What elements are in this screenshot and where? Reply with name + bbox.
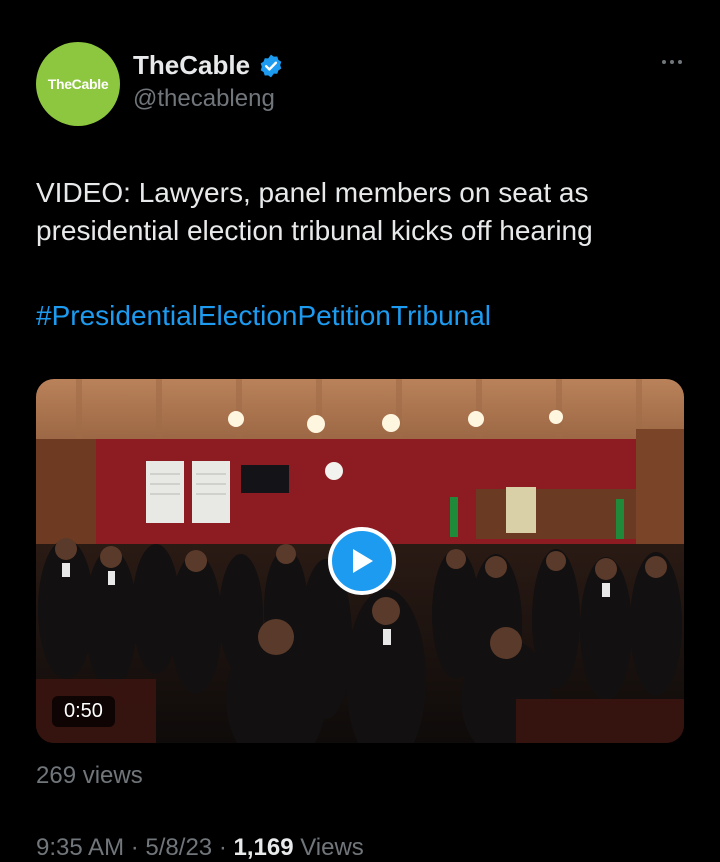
hashtag-link[interactable]: #PresidentialElectionPetitionTribunal <box>36 300 491 332</box>
video-player[interactable]: 0:50 <box>36 379 684 743</box>
tweet-meta: 9:35 AM · 5/8/23 · 1,169 Views <box>36 834 364 862</box>
avatar[interactable]: TheCable <box>36 42 120 126</box>
separator: · <box>218 834 227 861</box>
author-info: TheCable @thecableng <box>133 50 284 113</box>
avatar-logo-text: TheCable <box>47 76 109 92</box>
view-count: 1,169 <box>233 834 294 861</box>
name-row: TheCable <box>133 50 284 81</box>
tweet-time[interactable]: 9:35 AM <box>36 834 124 861</box>
video-views: 269 views <box>36 762 143 789</box>
more-options-icon[interactable] <box>662 60 682 64</box>
play-icon[interactable] <box>328 527 396 595</box>
separator: · <box>130 834 139 861</box>
tweet-date[interactable]: 5/8/23 <box>145 834 212 861</box>
display-name[interactable]: TheCable <box>133 50 250 81</box>
tweet-text: VIDEO: Lawyers, panel members on seat as… <box>36 177 593 246</box>
video-duration: 0:50 <box>52 696 115 727</box>
user-handle[interactable]: @thecableng <box>133 85 284 113</box>
verified-badge-icon <box>258 53 284 79</box>
views-label: Views <box>300 834 364 861</box>
